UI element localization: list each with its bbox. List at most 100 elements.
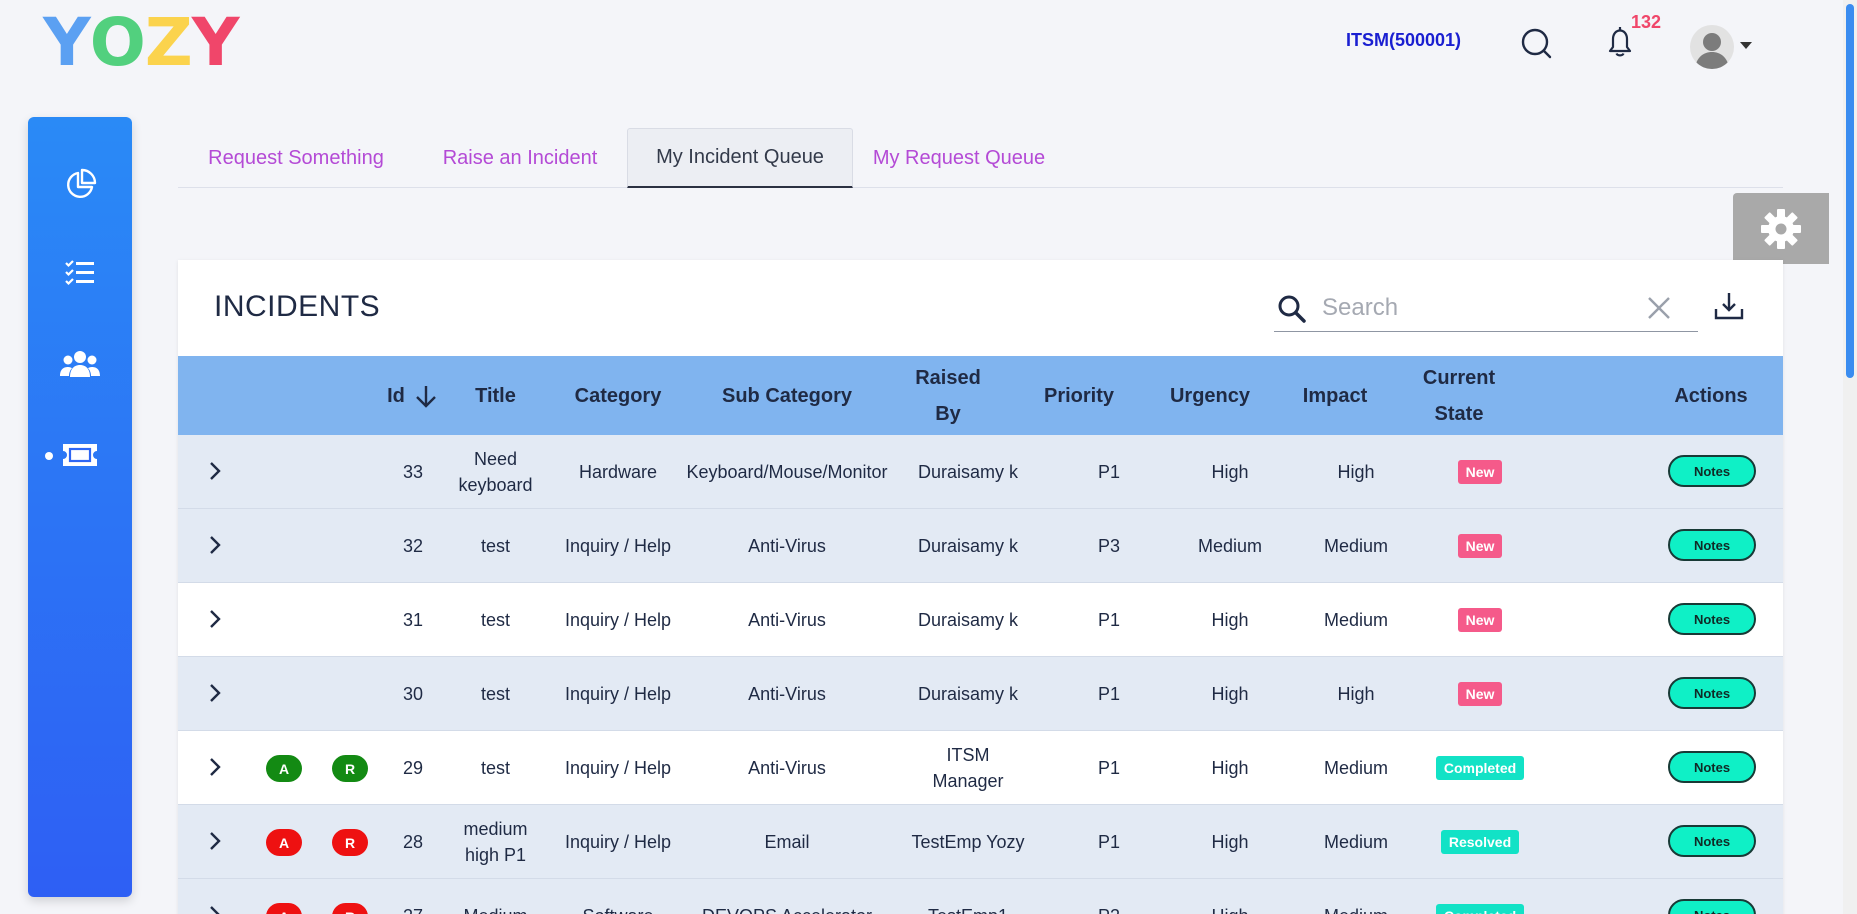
cell-urgency: High <box>1211 832 1249 852</box>
cell-category: Software <box>556 879 680 914</box>
ticket-icon <box>63 444 97 466</box>
cell-urgency: High <box>1211 758 1249 778</box>
scrollbar[interactable] <box>1843 0 1857 914</box>
cell-current-state: New <box>1410 435 1550 509</box>
cell-title: Medium <box>453 879 538 914</box>
flag-badge: A <box>266 755 302 782</box>
notes-button[interactable]: Notes <box>1668 455 1756 487</box>
cell-raised-by-line: Duraisamy k <box>917 610 1019 630</box>
flag-badge: A <box>266 903 302 914</box>
sidebar-item-tasks[interactable] <box>28 249 132 299</box>
settings-button[interactable] <box>1733 193 1829 264</box>
cell-id: 32 <box>402 536 424 556</box>
chevron-right-icon[interactable] <box>204 756 226 778</box>
cell-category-line: Inquiry / Help <box>564 832 672 852</box>
sidebar-item-dashboard[interactable] <box>28 160 132 210</box>
cell-raised-by: TestEmp1 <box>898 879 1038 914</box>
cell-raised-by: ITSM Manager <box>898 731 1038 805</box>
tab-raise-incident[interactable]: Raise an Incident <box>414 128 626 188</box>
notes-button[interactable]: Notes <box>1668 825 1756 857</box>
search-box <box>1274 284 1698 332</box>
org-label[interactable]: ITSM(500001) <box>1346 30 1461 51</box>
tab-request-something[interactable]: Request Something <box>178 128 414 188</box>
column-header-raised-by[interactable]: Raised By <box>898 356 998 435</box>
search-input[interactable] <box>1322 290 1642 326</box>
cell-title: test <box>453 657 538 731</box>
chevron-right-icon[interactable] <box>204 534 226 556</box>
cell-sub-category-line: Anti-Virus <box>748 536 826 556</box>
column-header-title[interactable]: Title <box>453 356 538 435</box>
avatar[interactable] <box>1690 25 1734 69</box>
cell-impact: High <box>1337 462 1375 482</box>
table-row[interactable]: A R 27 Medium Software DEVOPS Accelerator Test… <box>178 879 1783 914</box>
sidebar-item-tickets[interactable] <box>28 430 132 480</box>
column-header-id[interactable]: Id <box>378 356 448 435</box>
cell-impact: Medium <box>1323 832 1389 852</box>
cell-urgency: Medium <box>1197 536 1263 556</box>
table-row[interactable]: A R 29 test Inquiry / Help Anti-Virus ITSM Mana… <box>178 731 1783 805</box>
cell-impact: Medium <box>1323 536 1389 556</box>
page-title: INCIDENTS <box>214 290 381 323</box>
cell-current-state: New <box>1410 657 1550 731</box>
table-row[interactable]: A R 28 medium high P1 Inquiry / Help Email Test… <box>178 805 1783 879</box>
cell-sub-category-line: Anti-Virus <box>748 684 826 704</box>
cell-current-state: New <box>1410 509 1550 583</box>
table-row[interactable]: 32 test Inquiry / Help Anti-Virus Duraisamy … <box>178 509 1783 583</box>
table-row[interactable]: 33 Need keyboard Hardware Keyboard/Mouse/Mon… <box>178 435 1783 509</box>
logo-letter: O <box>89 4 146 81</box>
sidebar-item-users[interactable] <box>28 339 132 389</box>
download-icon[interactable] <box>1713 290 1745 322</box>
notes-button[interactable]: Notes <box>1668 529 1756 561</box>
cell-raised-by: Duraisamy k <box>898 509 1038 583</box>
cell-current-state: Resolved <box>1410 805 1550 879</box>
cell-raised-by: Duraisamy k <box>898 657 1038 731</box>
logo-letter: Y <box>191 4 240 81</box>
notes-button[interactable]: Notes <box>1668 677 1756 709</box>
column-header-priority[interactable]: Priority <box>1034 356 1124 435</box>
search-icon <box>1278 295 1306 323</box>
cell-raised-by: Duraisamy k <box>898 583 1038 657</box>
cell-current-state: New <box>1410 583 1550 657</box>
table-row[interactable]: 30 test Inquiry / Help Anti-Virus Duraisamy … <box>178 657 1783 731</box>
chevron-right-icon[interactable] <box>204 682 226 704</box>
cell-category: Inquiry / Help <box>556 805 680 879</box>
cell-title: medium high P1 <box>453 805 538 879</box>
table-row[interactable]: 31 test Inquiry / Help Anti-Virus Duraisamy … <box>178 583 1783 657</box>
close-icon[interactable] <box>1646 295 1672 321</box>
cell-category: Inquiry / Help <box>556 657 680 731</box>
cell-title-line: Need <box>473 449 518 469</box>
cell-priority: P1 <box>1097 832 1121 852</box>
column-header-urgency[interactable]: Urgency <box>1158 356 1262 435</box>
notes-button[interactable]: Notes <box>1668 899 1756 914</box>
tab-my-incident-queue[interactable]: My Incident Queue <box>627 128 853 188</box>
chevron-right-icon[interactable] <box>204 608 226 630</box>
chevron-down-icon[interactable] <box>1740 42 1752 49</box>
tab-my-request-queue[interactable]: My Request Queue <box>854 128 1064 188</box>
column-header-category[interactable]: Category <box>556 356 680 435</box>
cell-title-line: test <box>480 684 510 704</box>
column-header-impact[interactable]: Impact <box>1288 356 1382 435</box>
chevron-right-icon[interactable] <box>204 460 226 482</box>
cell-category: Inquiry / Help <box>556 731 680 805</box>
cell-category-line: Inquiry / Help <box>564 758 672 778</box>
cell-impact: Medium <box>1288 879 1424 914</box>
cell-id: 28 <box>402 832 424 852</box>
cell-category: Inquiry / Help <box>556 509 680 583</box>
search-icon[interactable] <box>1517 24 1557 64</box>
status-badge: New <box>1457 534 1503 558</box>
cell-title: test <box>453 509 538 583</box>
column-header-current-state[interactable]: Current State <box>1394 356 1524 435</box>
chevron-right-icon[interactable] <box>204 904 226 914</box>
pie-chart-icon <box>67 168 97 198</box>
notes-button[interactable]: Notes <box>1668 603 1756 635</box>
cell-urgency: High <box>1178 879 1282 914</box>
cell-title: Need keyboard <box>453 435 538 509</box>
chevron-right-icon[interactable] <box>204 830 226 852</box>
scrollbar-thumb[interactable] <box>1846 4 1854 378</box>
cell-current-state: Completed <box>1410 731 1550 805</box>
cell-title-line: high P1 <box>464 845 527 865</box>
cell-raised-by-line: TestEmp Yozy <box>911 832 1025 852</box>
column-header-sub-category[interactable]: Sub Category <box>698 356 876 435</box>
notes-button[interactable]: Notes <box>1668 751 1756 783</box>
arrow-down-icon[interactable] <box>413 383 439 409</box>
